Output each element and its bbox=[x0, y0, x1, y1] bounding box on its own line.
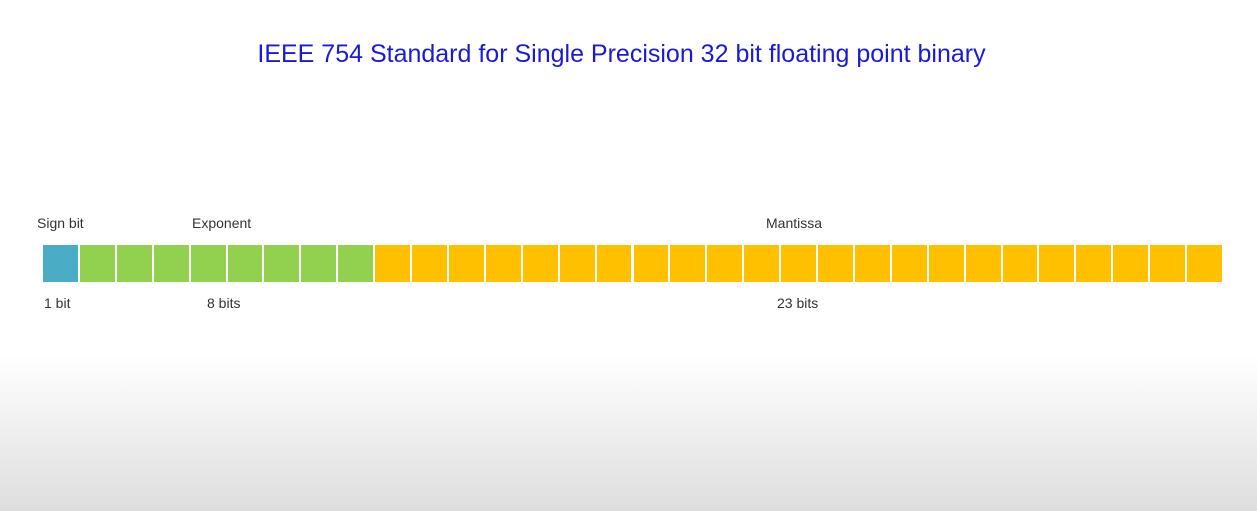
mantissa-bit-cell bbox=[1002, 245, 1038, 282]
exponent-bit-cell bbox=[153, 245, 189, 282]
mantissa-bit-cell bbox=[448, 245, 484, 282]
exponent-size-label: 8 bits bbox=[207, 295, 241, 311]
exponent-bit-cell bbox=[190, 245, 226, 282]
mantissa-size-label: 23 bits bbox=[777, 295, 819, 311]
exponent-bit-cell bbox=[79, 245, 115, 282]
bit-field-row bbox=[43, 245, 1224, 282]
exponent-bit-cell bbox=[227, 245, 263, 282]
slide-title: IEEE 754 Standard for Single Precision 3… bbox=[257, 40, 986, 68]
mantissa-label: Mantissa bbox=[766, 215, 823, 231]
mantissa-bit-cell bbox=[375, 245, 411, 282]
exponent-bit-cell bbox=[338, 245, 374, 282]
mantissa-bit-cell bbox=[707, 245, 743, 282]
sign-bit-bit-cell bbox=[43, 245, 78, 282]
exponent-bit-cell bbox=[264, 245, 300, 282]
exponent-bit-cell bbox=[116, 245, 152, 282]
mantissa-bit-cell bbox=[633, 245, 669, 282]
mantissa-bit-cell bbox=[891, 245, 927, 282]
mantissa-bit-cell bbox=[928, 245, 964, 282]
sign-bit-label: Sign bit bbox=[37, 215, 84, 231]
mantissa-bit-cell bbox=[744, 245, 780, 282]
mantissa-bit-cell bbox=[522, 245, 558, 282]
mantissa-bit-cell bbox=[412, 245, 447, 282]
exponent-bit-cell bbox=[301, 245, 337, 282]
mantissa-bit-cell bbox=[1113, 245, 1149, 282]
exponent-label: Exponent bbox=[192, 215, 252, 231]
sign-bit-size-label: 1 bit bbox=[44, 295, 71, 311]
mantissa-bit-cell bbox=[965, 245, 1001, 282]
mantissa-bit-cell bbox=[485, 245, 521, 282]
mantissa-bit-cell bbox=[670, 245, 706, 282]
mantissa-bit-cell bbox=[1150, 245, 1186, 282]
mantissa-bit-cell bbox=[781, 245, 817, 282]
mantissa-bit-cell bbox=[854, 245, 890, 282]
mantissa-bit-cell bbox=[1039, 245, 1075, 282]
mantissa-bit-cell bbox=[596, 245, 632, 282]
mantissa-bit-cell bbox=[1187, 245, 1222, 282]
mantissa-bit-cell bbox=[559, 245, 595, 282]
mantissa-bit-cell bbox=[818, 245, 853, 282]
slide: { "title": "IEEE 754 Standard for Single… bbox=[0, 0, 1257, 511]
mantissa-bit-cell bbox=[1076, 245, 1112, 282]
